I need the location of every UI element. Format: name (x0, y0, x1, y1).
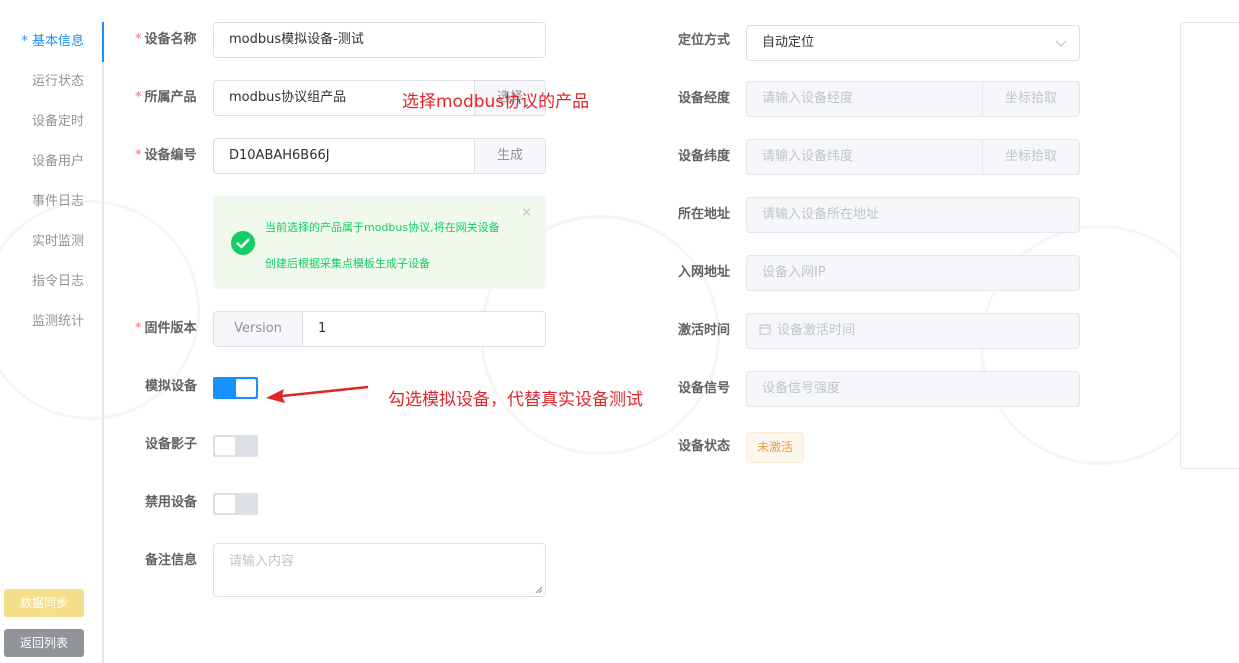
signal-input[interactable]: 设备信号强度 (746, 371, 1080, 407)
device-name-label: * 设备名称 (135, 30, 197, 50)
simulate-switch[interactable] (213, 377, 258, 399)
simulate-annotation: 勾选模拟设备，代替真实设备测试 (388, 390, 643, 410)
required-mark: * (135, 321, 142, 336)
tab-device-timer[interactable]: 设备定时 (32, 112, 84, 132)
latitude-input[interactable]: 请输入设备纬度 (746, 139, 983, 175)
tab-monitor-stats[interactable]: 监测统计 (32, 312, 84, 332)
tab-command-log[interactable]: 指令日志 (32, 272, 84, 292)
switch-knob (236, 379, 256, 397)
status-badge: 未激活 (746, 432, 804, 463)
close-icon[interactable]: × (521, 205, 532, 220)
product-label: * 所属产品 (135, 88, 197, 108)
simulate-label: 模拟设备 (145, 379, 198, 394)
device-name-label-text: 设备名称 (144, 32, 197, 47)
device-no-label: * 设备编号 (135, 146, 197, 166)
activation-time-label: 激活时间 (678, 323, 731, 338)
tab-device-users[interactable]: 设备用户 (32, 152, 84, 172)
location-mode-label: 定位方式 (678, 33, 731, 48)
signal-label: 设备信号 (678, 381, 731, 396)
shadow-label: 设备影子 (145, 437, 198, 452)
tab-running-status[interactable]: 运行状态 (32, 72, 84, 92)
longitude-pick-button[interactable]: 坐标拾取 (983, 81, 1080, 117)
tab-event-log[interactable]: 事件日志 (32, 192, 84, 212)
required-mark: * (135, 32, 142, 47)
remark-textarea[interactable]: 请输入内容 (213, 543, 546, 597)
address-label: 所在地址 (678, 207, 731, 222)
switch-knob (215, 495, 235, 513)
device-no-input[interactable]: D10ABAH6B66J (213, 138, 475, 174)
shadow-switch[interactable] (213, 435, 258, 457)
network-address-input[interactable]: 设备入网IP (746, 255, 1080, 291)
latitude-pick-button[interactable]: 坐标拾取 (983, 139, 1080, 175)
side-tabs: * 基本信息 运行状态 设备定时 设备用户 事件日志 实时监测 指令日志 监测统… (0, 22, 104, 663)
device-edit-page: * 基本信息 运行状态 设备定时 设备用户 事件日志 实时监测 指令日志 监测统… (0, 0, 1239, 663)
latitude-label: 设备纬度 (678, 149, 731, 164)
device-image-card (1180, 22, 1239, 469)
required-mark: * (135, 148, 142, 163)
disable-label: 禁用设备 (145, 495, 198, 510)
tabs-active-indicator (102, 22, 104, 62)
check-circle-icon (231, 231, 255, 255)
tab-realtime-monitor[interactable]: 实时监测 (32, 232, 84, 252)
longitude-label: 设备经度 (678, 91, 731, 106)
modbus-info-alert: 当前选择的产品属于modbus协议,将在网关设备 创建后根据采集点模板生成子设备… (213, 196, 546, 289)
alert-text-line1: 当前选择的产品属于modbus协议,将在网关设备 (265, 221, 500, 234)
activation-time-input[interactable]: 设备激活时间 (746, 313, 1080, 349)
calendar-icon (759, 324, 771, 335)
tabs-divider (102, 22, 104, 663)
location-mode-value: 自动定位 (762, 35, 815, 50)
network-address-label: 入网地址 (678, 265, 731, 280)
product-label-text: 所属产品 (144, 90, 197, 105)
required-mark: * (135, 90, 142, 105)
device-no-label-text: 设备编号 (144, 148, 197, 163)
resize-handle-icon[interactable] (535, 586, 543, 594)
switch-knob (215, 437, 235, 455)
tab-basic-info[interactable]: * 基本信息 (21, 32, 84, 52)
firmware-input[interactable]: 1 (302, 311, 546, 347)
product-annotation: 选择modbus协议的产品 (402, 92, 590, 112)
alert-text-line2: 创建后根据采集点模板生成子设备 (265, 257, 430, 270)
firmware-version-prefix: Version (213, 311, 302, 347)
firmware-label-text: 固件版本 (144, 321, 197, 336)
device-name-input[interactable]: modbus模拟设备-测试 (213, 22, 546, 58)
red-arrow-icon (266, 385, 369, 403)
chevron-down-icon (1055, 40, 1067, 47)
location-mode-select[interactable]: 自动定位 (746, 25, 1080, 61)
firmware-label: * 固件版本 (135, 319, 197, 339)
data-sync-button[interactable]: 数据同步 (4, 589, 84, 617)
disable-switch[interactable] (213, 493, 258, 515)
activation-time-placeholder: 设备激活时间 (777, 323, 856, 338)
remark-placeholder: 请输入内容 (229, 554, 295, 569)
address-input[interactable]: 请输入设备所在地址 (746, 197, 1080, 233)
longitude-input[interactable]: 请输入设备经度 (746, 81, 983, 117)
back-to-list-button[interactable]: 返回列表 (4, 629, 84, 657)
generate-button[interactable]: 生成 (475, 138, 546, 174)
remark-label: 备注信息 (145, 553, 198, 568)
status-label: 设备状态 (678, 439, 731, 454)
